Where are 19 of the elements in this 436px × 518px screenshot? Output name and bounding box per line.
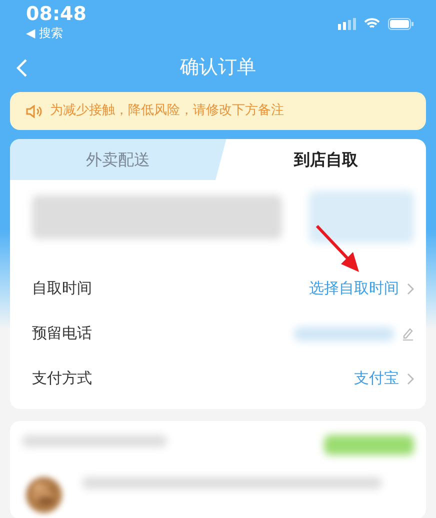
edit-icon[interactable] [402,326,414,340]
back-to-app-link[interactable]: ◀ 搜索 [26,26,86,40]
chevron-right-icon [407,372,414,384]
tab[interactable]: 到店自取 [226,139,426,180]
wifi-icon [364,18,380,30]
row-link[interactable]: 支付宝 [354,367,414,390]
row-label: 预留电话 [32,323,92,344]
notice-text: 为减少接触，降低风险，请修改下方备注 [50,102,284,120]
row-label: 自取时间 [32,278,92,300]
speaker-icon [26,104,42,118]
chevron-right-icon [407,282,414,294]
tab[interactable]: 外卖配送 [10,139,226,180]
row-link[interactable]: 选择自取时间 [309,277,414,300]
page-title: 确认订单 [180,54,256,80]
arrow-annotation [315,224,361,274]
signal-icon [338,18,356,30]
row-label: 支付方式 [32,368,92,390]
battery-icon [388,18,414,30]
status-time: 08:48 [26,2,86,26]
